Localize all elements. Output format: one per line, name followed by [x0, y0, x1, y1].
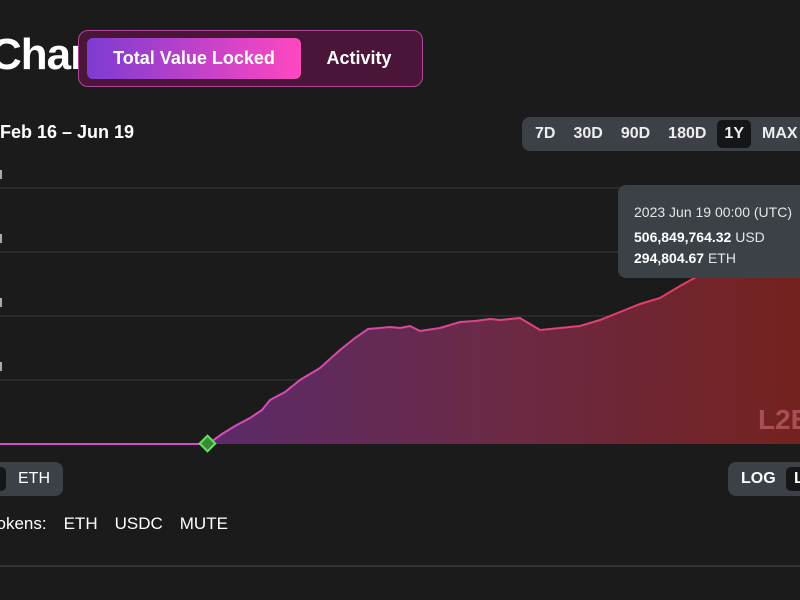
chart-tooltip: 2023 Jun 19 00:00 (UTC) 506,849,764.32 U… — [618, 185, 800, 278]
divider — [0, 565, 800, 567]
period-max[interactable]: MAX — [755, 120, 800, 148]
tooltip-date: 2023 Jun 19 00:00 (UTC) — [634, 204, 792, 220]
axis-tick — [0, 362, 2, 371]
l2beat-watermark-logo: L2B — [758, 404, 800, 435]
period-30d[interactable]: 30D — [566, 120, 609, 148]
token-usdc[interactable]: USDC — [115, 514, 163, 534]
tokens-list: Tokens: ETH USDC MUTE — [0, 514, 228, 534]
period-7d[interactable]: 7D — [528, 120, 562, 148]
unit-usd-button[interactable] — [0, 467, 6, 491]
tab-total-value-locked[interactable]: Total Value Locked — [87, 38, 301, 79]
tab-activity[interactable]: Activity — [309, 38, 409, 79]
tooltip-usd-value: 506,849,764.32 — [634, 229, 732, 245]
scale-lin-button[interactable]: LIN — [786, 467, 800, 491]
chart-marker — [198, 434, 217, 453]
tooltip-usd-unit: USD — [735, 229, 765, 245]
unit-eth-button[interactable]: ETH — [18, 470, 50, 488]
axis-tick — [0, 170, 2, 179]
axis-tick — [0, 234, 2, 243]
unit-toggle: ETH — [0, 462, 63, 496]
period-selector: 7D 30D 90D 180D 1Y MAX — [522, 117, 800, 151]
chart-type-toggle: Total Value Locked Activity — [78, 30, 423, 87]
scale-log-button[interactable]: LOG — [741, 470, 776, 488]
period-180d[interactable]: 180D — [661, 120, 713, 148]
axis-tick — [0, 298, 2, 307]
chart-area — [0, 260, 800, 444]
tooltip-eth-value: 294,804.67 — [634, 250, 705, 266]
token-mute[interactable]: MUTE — [180, 514, 228, 534]
tokens-label: Tokens: — [0, 514, 47, 533]
period-1y[interactable]: 1Y — [717, 120, 751, 148]
scale-toggle: LOG LIN — [728, 462, 800, 496]
token-eth[interactable]: ETH — [64, 514, 98, 534]
period-90d[interactable]: 90D — [614, 120, 657, 148]
tooltip-eth-unit: ETH — [707, 250, 736, 266]
date-range: Feb 16 – Jun 19 — [0, 122, 135, 142]
